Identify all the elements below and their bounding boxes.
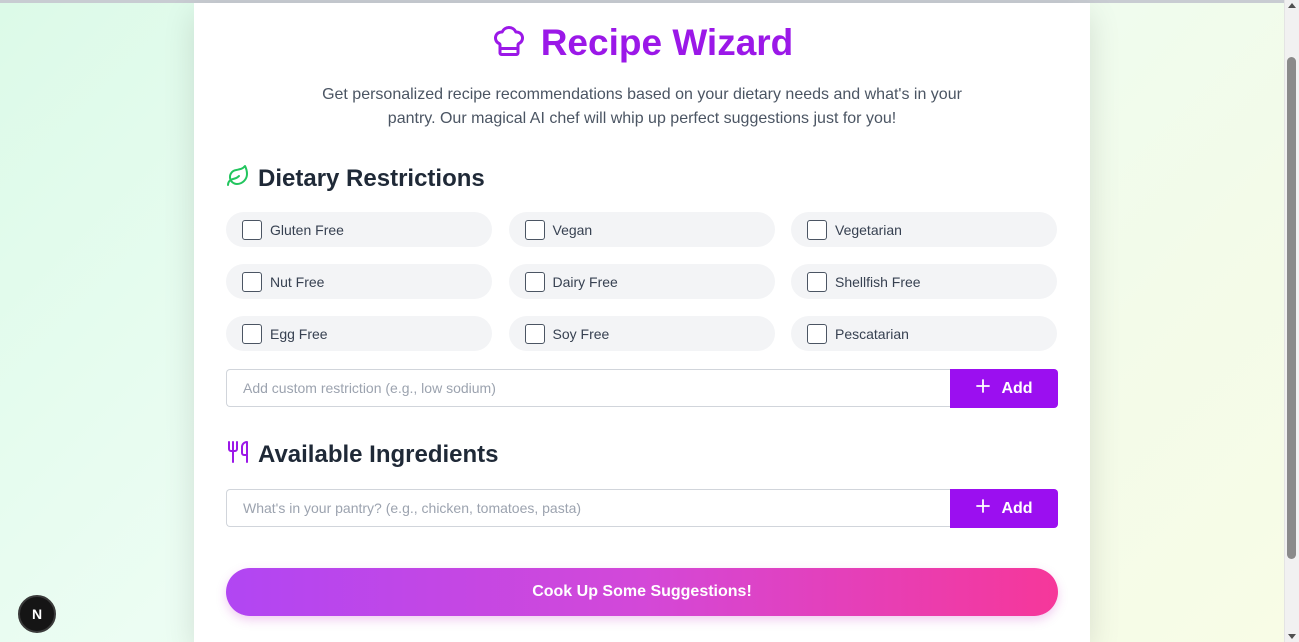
chef-hat-icon xyxy=(491,23,527,64)
custom-restriction-input[interactable] xyxy=(226,369,950,407)
dietary-heading: Dietary Restrictions xyxy=(226,164,485,193)
ingredients-heading: Available Ingredients xyxy=(226,440,499,469)
checkbox[interactable] xyxy=(242,323,262,344)
option-label: Nut Free xyxy=(270,273,325,290)
custom-restriction-row: Add xyxy=(226,369,1058,408)
dietary-options: Gluten Free Vegan Vegetarian Nut Free Da… xyxy=(226,212,1057,351)
option-label: Shellfish Free xyxy=(835,273,921,290)
option-vegetarian[interactable]: Vegetarian xyxy=(791,212,1057,247)
option-label: Dairy Free xyxy=(552,273,618,290)
checkbox[interactable] xyxy=(524,323,545,344)
scroll-up-arrow-icon[interactable] xyxy=(1288,3,1296,8)
scroll-down-arrow-icon[interactable] xyxy=(1288,634,1296,639)
scroll-thumb[interactable] xyxy=(1287,57,1296,559)
option-label: Vegan xyxy=(552,221,593,238)
option-label: Egg Free xyxy=(270,325,328,342)
option-label: Pescatarian xyxy=(835,325,909,342)
option-label: Soy Free xyxy=(552,325,610,342)
ingredients-heading-label: Available Ingredients xyxy=(258,440,499,468)
option-dairy-free[interactable]: Dairy Free xyxy=(508,264,775,299)
option-gluten-free[interactable]: Gluten Free xyxy=(226,212,492,247)
ingredient-row: Add xyxy=(226,489,1058,528)
add-ingredient-button[interactable]: Add xyxy=(950,489,1058,528)
option-soy-free[interactable]: Soy Free xyxy=(508,316,775,351)
utensils-icon xyxy=(226,440,250,469)
dietary-heading-label: Dietary Restrictions xyxy=(258,164,485,192)
checkbox[interactable] xyxy=(242,271,262,292)
checkbox[interactable] xyxy=(524,271,545,292)
checkbox[interactable] xyxy=(242,219,262,240)
option-label: Vegetarian xyxy=(835,221,902,238)
option-label: Gluten Free xyxy=(270,221,344,238)
page-title: Recipe Wizard xyxy=(540,22,794,63)
title-row: Recipe Wizard xyxy=(194,21,1090,65)
option-nut-free[interactable]: Nut Free xyxy=(226,264,492,299)
option-pescatarian[interactable]: Pescatarian xyxy=(791,316,1057,351)
ingredient-input[interactable] xyxy=(226,489,950,527)
cook-suggestions-button[interactable]: Cook Up Some Suggestions! xyxy=(226,568,1058,616)
add-ingredient-label: Add xyxy=(1001,499,1033,517)
option-shellfish-free[interactable]: Shellfish Free xyxy=(791,264,1057,299)
plus-icon xyxy=(975,498,991,519)
plus-icon xyxy=(975,378,991,399)
option-vegan[interactable]: Vegan xyxy=(508,212,775,247)
checkbox[interactable] xyxy=(807,219,827,240)
checkbox[interactable] xyxy=(807,323,827,344)
checkbox[interactable] xyxy=(807,271,827,292)
checkbox[interactable] xyxy=(524,219,545,240)
next-dev-badge[interactable]: N xyxy=(18,595,56,633)
scrollbar[interactable] xyxy=(1284,0,1299,642)
add-restriction-label: Add xyxy=(1001,379,1033,397)
option-egg-free[interactable]: Egg Free xyxy=(226,316,492,351)
page-subtitle: Get personalized recipe recommendations … xyxy=(322,86,962,127)
add-restriction-button[interactable]: Add xyxy=(950,369,1058,408)
recipe-card: Recipe Wizard Get personalized recipe re… xyxy=(194,3,1090,642)
leaf-icon xyxy=(226,164,250,193)
